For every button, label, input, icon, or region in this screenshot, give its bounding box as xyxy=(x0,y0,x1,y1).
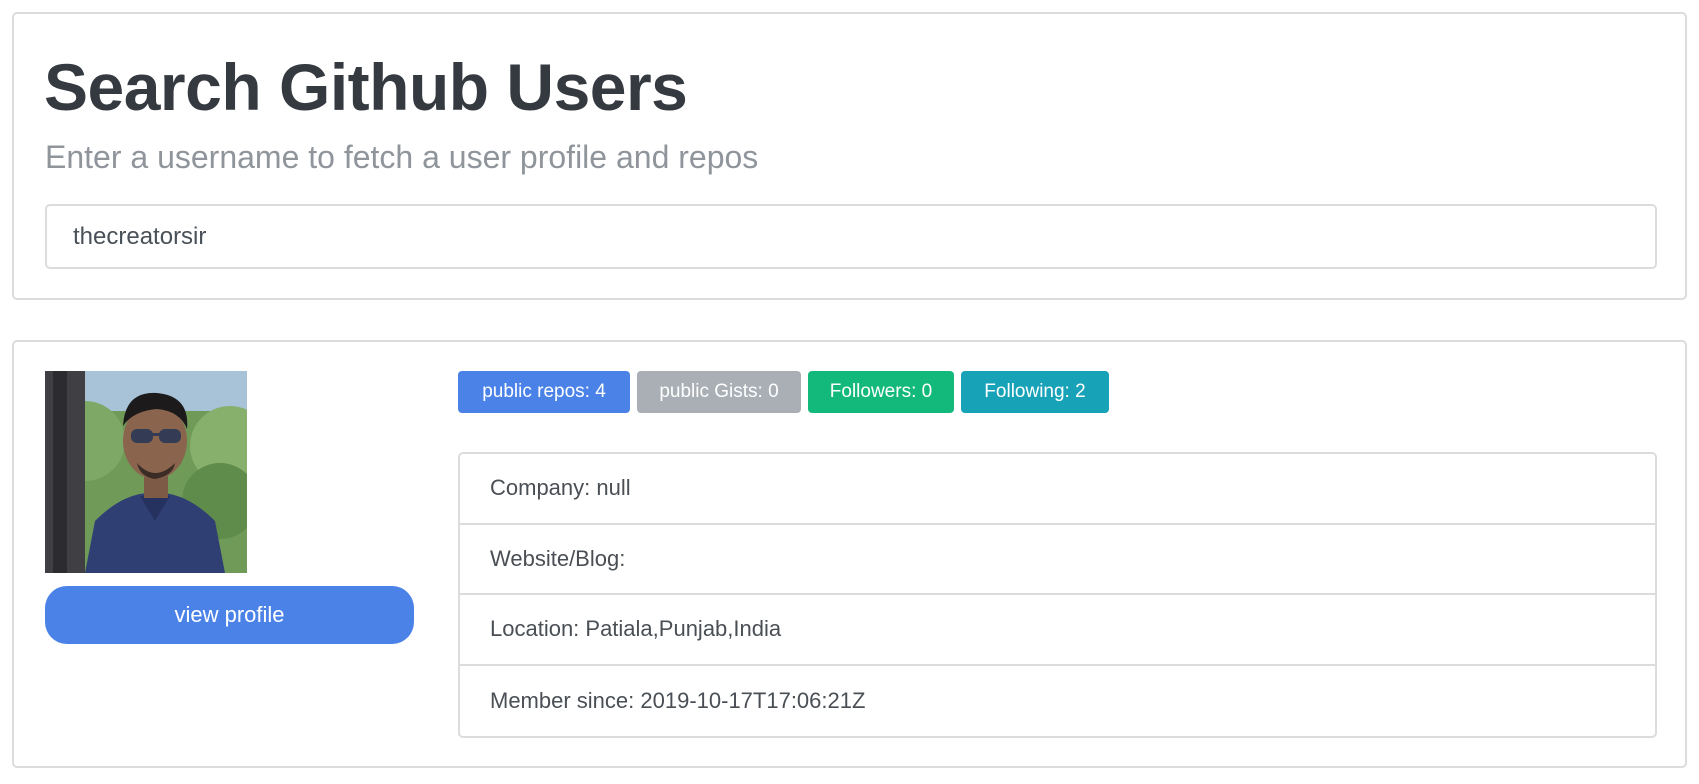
public-repos-badge: public repos: 4 xyxy=(458,371,630,413)
member-since-detail: Member since: 2019-10-17T17:06:21Z xyxy=(490,687,866,713)
public-gists-badge: public Gists: 0 xyxy=(637,371,801,413)
profile-details-list: Company: null Website/Blog: Location: Pa… xyxy=(458,452,1657,738)
view-profile-button[interactable]: view profile xyxy=(45,586,414,644)
search-card: Search Github Users Enter a username to … xyxy=(12,12,1687,300)
avatar xyxy=(45,371,247,573)
stats-badges: public repos: 4 public Gists: 0 Follower… xyxy=(458,371,1109,413)
avatar-image xyxy=(45,371,247,573)
website-detail: Website/Blog: xyxy=(460,525,1655,595)
company-detail: Company: null xyxy=(460,454,1655,525)
location-detail: Location: Patiala,Punjab,India xyxy=(460,595,1655,666)
page-subtitle: Enter a username to fetch a user profile… xyxy=(45,139,759,175)
search-input[interactable] xyxy=(45,204,1657,269)
profile-card: view profile public repos: 4 public Gist… xyxy=(12,340,1687,768)
page-title: Search Github Users xyxy=(44,50,688,124)
followers-badge: Followers: 0 xyxy=(808,371,954,413)
following-badge: Following: 2 xyxy=(961,371,1109,413)
